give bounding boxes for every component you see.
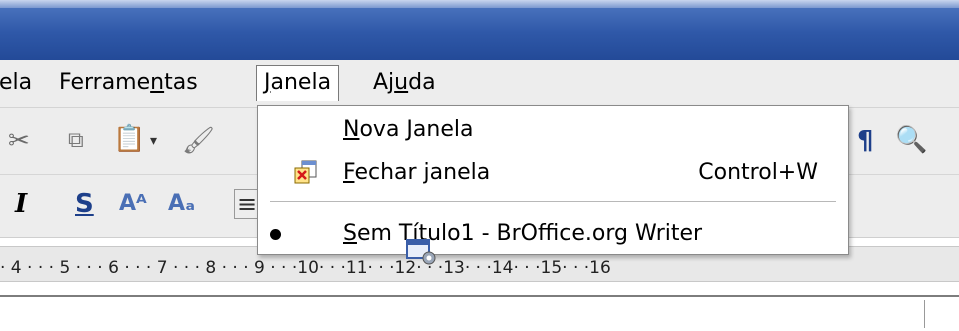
formatting-marks-icon[interactable]: ¶ (857, 126, 874, 156)
ruler-scale: · 4 · · · 5 · · · 6 · · · 7 · · · 8 · · … (0, 258, 611, 278)
menu-mnemonic: u (394, 70, 409, 95)
clone-formatting-icon[interactable]: 🖌 (182, 126, 215, 156)
menu-label: ela (0, 70, 33, 95)
menu-label-part: Aj (373, 70, 395, 95)
active-window-bullet-icon (270, 229, 281, 240)
titlebar-highlight (0, 0, 959, 8)
menu-label-part: ova Janela (359, 117, 474, 142)
menu-mnemonic: N (343, 117, 360, 142)
menu-separator (270, 201, 836, 202)
menu-item-sem-titulo[interactable]: Sem Título1 - BrOffice.org Writer (258, 213, 848, 255)
menu-ferramentas[interactable]: Ferramentas (52, 67, 205, 99)
shortcut-label: Control+W (698, 160, 818, 185)
copy-icon[interactable]: ⧉ (68, 126, 84, 156)
menu-item-nova-janela[interactable]: Nova Janela (258, 109, 848, 151)
menu-ajuda[interactable]: Ajuda (366, 67, 443, 99)
zoom-icon[interactable]: 🔍 (895, 125, 927, 155)
menu-item-label: Nova Janela (343, 109, 473, 151)
menu-formatar[interactable]: ela (0, 67, 39, 99)
subscript-icon[interactable]: Aₐ (168, 189, 195, 219)
menu-item-label: Fechar janela (343, 152, 490, 194)
janela-menu-dropdown: Nova Janela Fechar janela Control+W Sem … (257, 105, 849, 255)
menu-item-label: Sem Título1 - BrOffice.org Writer (343, 213, 702, 255)
cut-icon[interactable]: ✂ (8, 126, 30, 156)
text-cursor (924, 300, 925, 328)
menu-label-part: tas (164, 70, 198, 95)
menu-janela[interactable]: Janela (256, 65, 340, 101)
menu-mnemonic: F (343, 160, 355, 185)
menu-mnemonic: n (150, 70, 165, 95)
menubar: ela Ferramentas Janela Ajuda (0, 60, 959, 108)
italic-button[interactable]: I (15, 189, 27, 219)
menu-item-fechar-janela[interactable]: Fechar janela Control+W (258, 152, 848, 194)
menu-label-part: Ferrame (59, 70, 151, 95)
shadow-button[interactable]: S (75, 189, 94, 219)
paste-icon[interactable]: 📋 (113, 124, 145, 154)
page-top-border (0, 295, 959, 297)
menu-label-part: da (408, 70, 436, 95)
close-window-icon (294, 160, 317, 184)
window-titlebar[interactable] (0, 0, 959, 60)
paste-dropdown-icon[interactable]: ▾ (150, 126, 157, 156)
menu-label-part: echar janela (354, 160, 491, 185)
superscript-icon[interactable]: Aᴬ (119, 189, 147, 219)
menu-label-part: anela (270, 70, 332, 95)
drag-window-icon (406, 239, 436, 265)
menu-mnemonic: S (343, 221, 357, 246)
